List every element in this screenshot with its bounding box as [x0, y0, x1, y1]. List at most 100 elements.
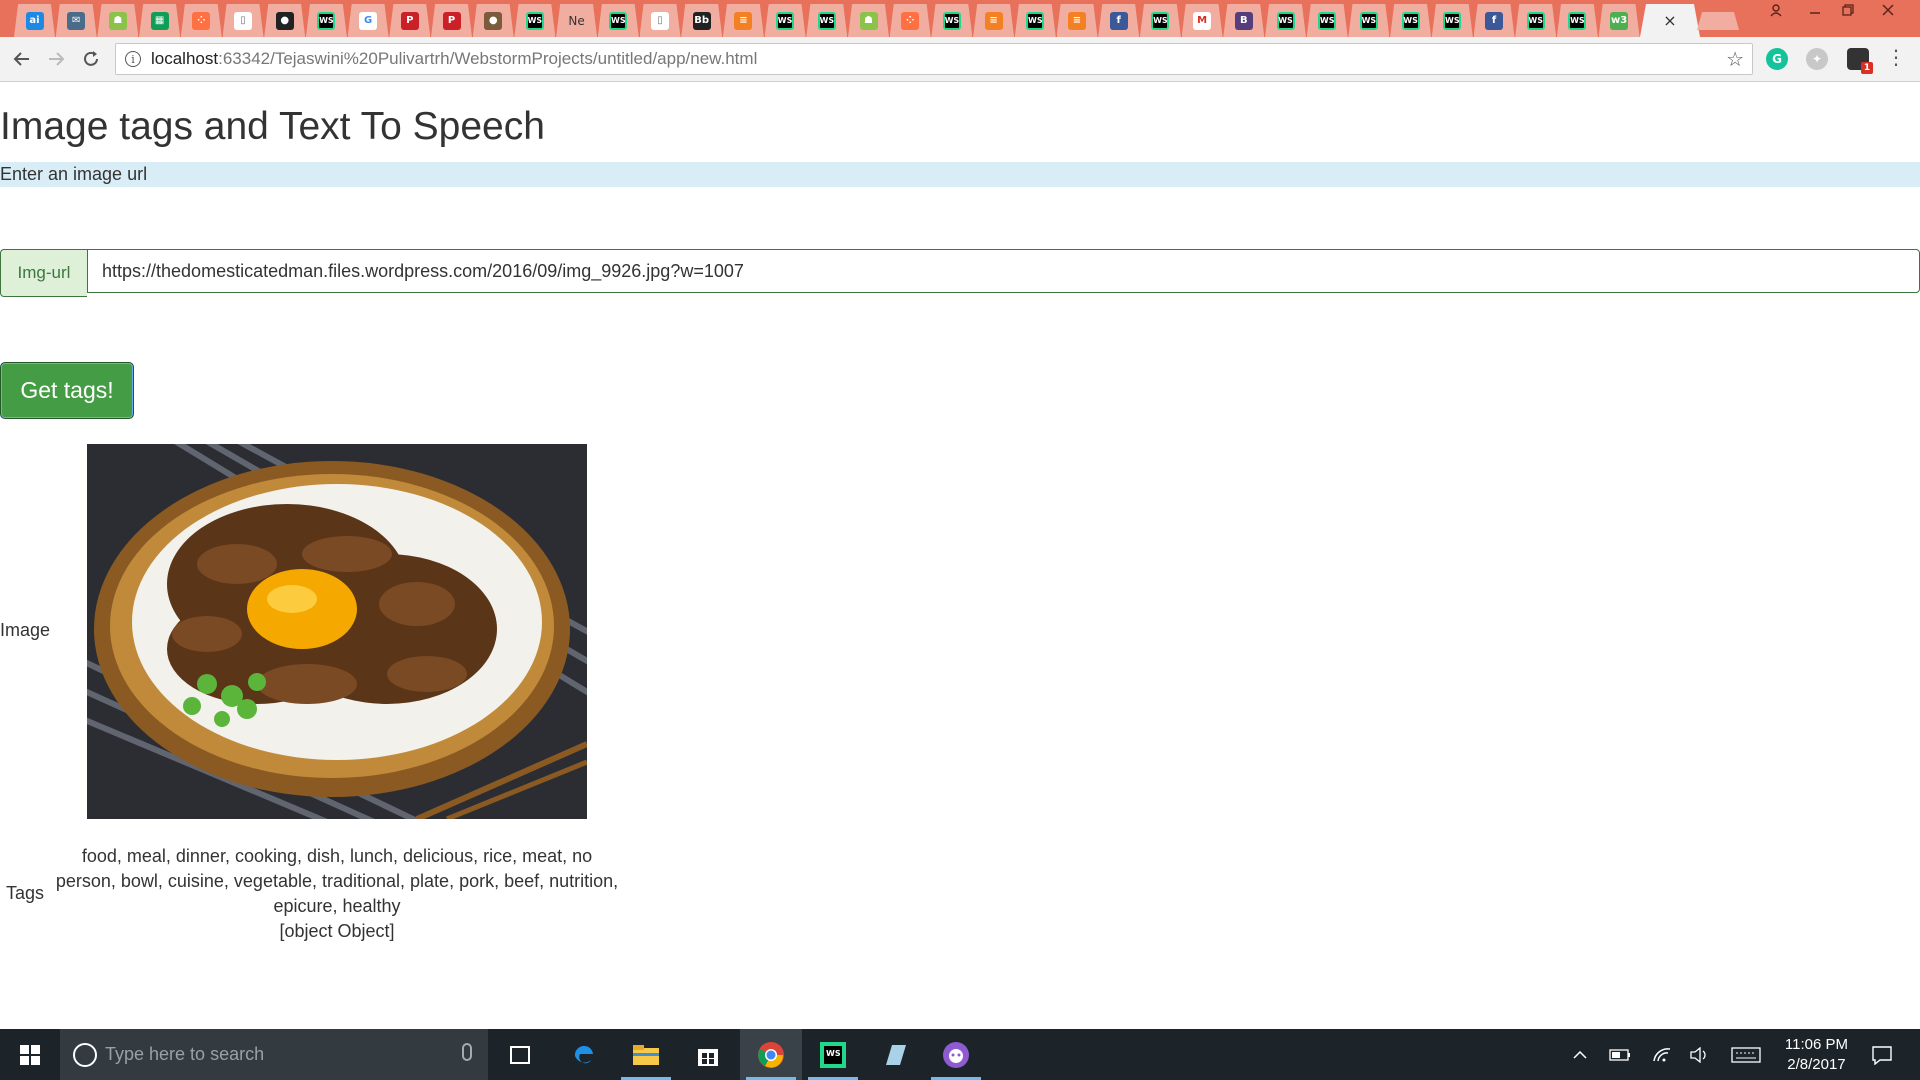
w3-icon: w3 — [1610, 11, 1629, 30]
browser-tab[interactable]: WS — [1348, 4, 1390, 37]
get-tags-button[interactable]: Get tags! — [0, 362, 134, 419]
food-image — [87, 444, 587, 819]
img-url-addon: Img-url — [0, 249, 87, 297]
close-tab-icon[interactable]: × — [1663, 11, 1676, 30]
browser-tab[interactable]: ⁘ — [889, 4, 931, 37]
mail-icon: ✉ — [67, 11, 86, 30]
restore-button[interactable] — [1828, 0, 1868, 20]
active-tab[interactable]: × — [1640, 4, 1700, 37]
taskbar-clock[interactable]: 11:06 PM 2/8/2017 — [1785, 1035, 1848, 1075]
close-window-button[interactable] — [1868, 0, 1908, 20]
avatar-icon: ● — [484, 11, 503, 30]
webstorm-icon: WS — [1151, 11, 1170, 30]
tray-overflow-icon[interactable] — [1568, 1029, 1592, 1080]
browser-tab[interactable]: ☗ — [848, 4, 889, 37]
browser-tab[interactable]: WS — [1139, 4, 1181, 37]
browser-tab[interactable]: ⁘ — [180, 4, 222, 37]
ai-icon: ai — [25, 11, 44, 30]
file-explorer-icon[interactable] — [615, 1029, 677, 1080]
chrome-taskbar-icon[interactable] — [740, 1029, 802, 1080]
svg-text:WS: WS — [826, 1049, 841, 1058]
browser-tab[interactable]: WS — [1306, 4, 1348, 37]
webstorm-icon: WS — [1443, 11, 1462, 30]
browser-tab[interactable]: WS — [806, 4, 848, 37]
browser-tab[interactable]: f — [1098, 4, 1140, 37]
browser-tab[interactable]: Ne — [556, 4, 598, 37]
microphone-icon[interactable] — [462, 1043, 472, 1061]
browser-tab[interactable]: B — [1223, 4, 1265, 37]
facebook-icon: f — [1109, 11, 1128, 30]
browser-tab[interactable]: P — [389, 4, 431, 37]
browser-tab[interactable]: WS — [764, 4, 806, 37]
browser-tab[interactable]: P — [431, 4, 472, 37]
task-view-icon[interactable] — [489, 1029, 551, 1080]
browser-tab[interactable]: WS — [305, 4, 347, 37]
bootstrap-icon: B — [1234, 11, 1253, 30]
browser-tab[interactable]: WS — [1515, 4, 1557, 37]
taskbar-search[interactable]: Type here to search — [60, 1029, 488, 1080]
browser-tab[interactable]: ✉ — [55, 4, 97, 37]
browser-tab[interactable]: WS — [597, 4, 639, 37]
browser-tab[interactable]: WS — [1556, 4, 1598, 37]
volume-icon[interactable] — [1685, 1029, 1713, 1080]
edge-icon[interactable] — [553, 1029, 615, 1080]
browser-tab[interactable]: WS — [1265, 4, 1306, 37]
browser-tab[interactable]: M — [1181, 4, 1223, 37]
grammarly-icon[interactable]: G — [1766, 48, 1788, 70]
browser-tab[interactable]: ai — [14, 4, 55, 37]
prompt-alert: Enter an image url — [0, 162, 1920, 187]
img-url-input-group: Img-url — [0, 249, 1920, 297]
store-icon[interactable] — [677, 1029, 739, 1080]
profile-icon[interactable] — [1756, 0, 1796, 20]
browser-tab[interactable]: G — [347, 4, 389, 37]
browser-tab[interactable]: ≡ — [1056, 4, 1098, 37]
browser-tab[interactable]: ● — [472, 4, 514, 37]
browser-tab[interactable]: ▯ — [639, 4, 681, 37]
webstorm-icon: WS — [1318, 11, 1337, 30]
forward-button[interactable] — [44, 47, 68, 71]
url-path: :63342/Tejaswini%20Pulivartrh/WebstormPr… — [218, 49, 758, 68]
browser-tab[interactable]: ▯ — [222, 4, 264, 37]
webstorm-taskbar-icon[interactable]: WS — [802, 1029, 864, 1080]
webstorm-icon: WS — [1276, 11, 1295, 30]
image-label: Image — [0, 620, 51, 640]
back-button[interactable] — [10, 47, 34, 71]
notes-app-icon[interactable] — [864, 1029, 926, 1080]
browser-tab[interactable]: ☗ — [97, 4, 139, 37]
browser-tab[interactable]: ▦ — [139, 4, 181, 37]
url-host: localhost — [151, 49, 219, 68]
browser-tab[interactable]: WS — [1431, 4, 1473, 37]
browser-tab[interactable]: f — [1473, 4, 1515, 37]
webstorm-icon: WS — [525, 11, 544, 30]
browser-tab[interactable]: WS — [931, 4, 973, 37]
browser-tab[interactable]: WS — [1014, 4, 1056, 37]
info-icon[interactable]: i — [125, 51, 141, 67]
browser-tab[interactable]: ● — [264, 4, 306, 37]
address-bar[interactable]: i localhost:63342/Tejaswini%20Pulivartrh… — [115, 43, 1753, 75]
reload-button[interactable] — [79, 47, 103, 71]
browser-tab[interactable]: WS — [514, 4, 556, 37]
browser-tab[interactable]: w3 — [1598, 4, 1640, 37]
extension-puzzle-icon[interactable]: ✦ — [1806, 48, 1828, 70]
facebook-icon: f — [1485, 11, 1503, 30]
browser-tab[interactable]: WS — [1390, 4, 1432, 37]
github-desktop-icon[interactable] — [925, 1029, 987, 1080]
start-button[interactable] — [0, 1029, 60, 1080]
notifications-icon[interactable] — [1864, 1029, 1900, 1080]
browser-toolbar: i localhost:63342/Tejaswini%20Pulivartrh… — [0, 37, 1920, 82]
chrome-menu-icon[interactable]: ⋮ — [1886, 45, 1906, 69]
img-url-input[interactable] — [87, 249, 1920, 293]
browser-tab[interactable]: Bb — [681, 4, 723, 37]
webstorm-icon: WS — [1359, 11, 1378, 30]
wifi-icon[interactable] — [1648, 1029, 1676, 1080]
tags-extra: [object Object] — [279, 921, 395, 941]
page-title: Image tags and Text To Speech — [0, 105, 545, 148]
battery-icon[interactable] — [1606, 1029, 1634, 1080]
browser-tab[interactable]: ≡ — [973, 4, 1015, 37]
extension-badge-icon[interactable]: 1 — [1847, 48, 1873, 74]
browser-tab[interactable]: ≡ — [722, 4, 764, 37]
bookmark-star-icon[interactable]: ☆ — [1726, 47, 1744, 71]
tags-output: food, meal, dinner, cooking, dish, lunch… — [52, 844, 622, 944]
new-tab-button[interactable] — [1697, 12, 1739, 30]
keyboard-icon[interactable] — [1728, 1029, 1764, 1080]
